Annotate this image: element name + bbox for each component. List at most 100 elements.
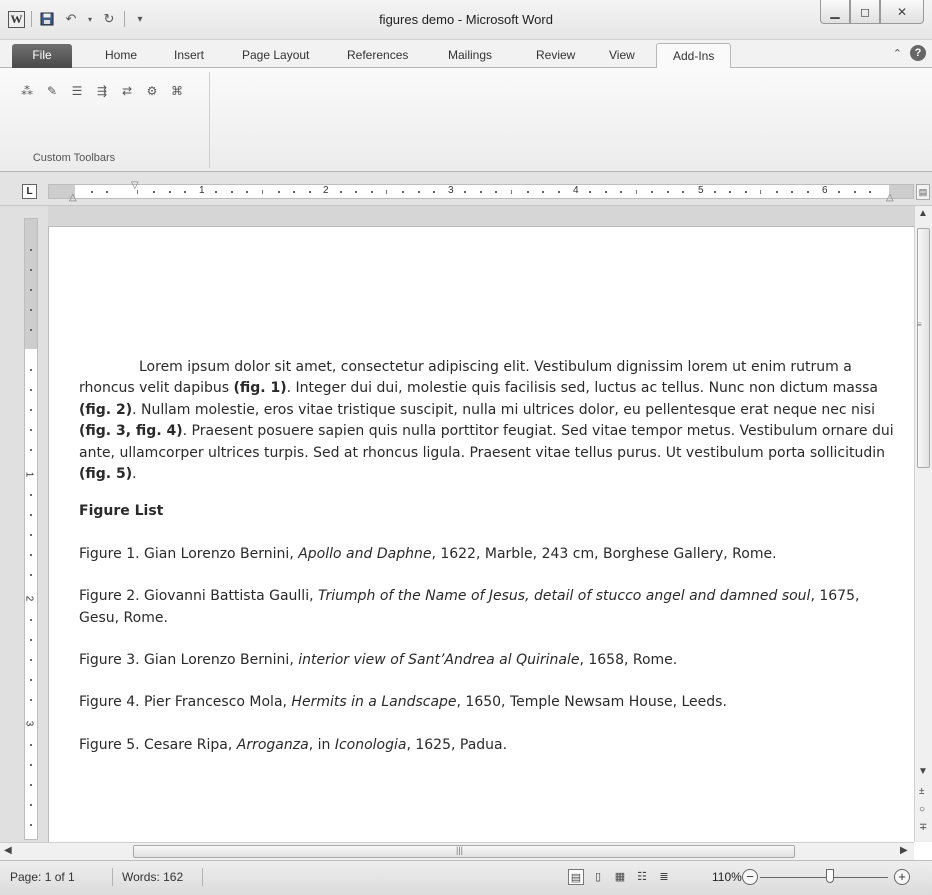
zoom-out-icon[interactable]: −: [742, 869, 758, 885]
next-page-icon[interactable]: ∓: [919, 822, 927, 833]
ruler-dot: [495, 191, 497, 193]
ruler-dot: [30, 699, 32, 701]
paragraph-text: . Praesent posuere sapien quis nulla por…: [79, 423, 894, 461]
ruler-dot: [527, 191, 529, 193]
tab-file[interactable]: File: [12, 44, 72, 68]
tool-2-icon[interactable]: ✎: [43, 82, 61, 100]
title-bar: W ↶ ▾ ↻ ▾ figures demo - Microsoft Word …: [0, 0, 932, 40]
ruler-dot: [30, 574, 32, 576]
previous-page-icon[interactable]: ±: [919, 786, 925, 797]
first-line-indent-marker[interactable]: ▽: [131, 180, 139, 191]
figure-reference: (fig. 1): [233, 380, 287, 397]
tab-review[interactable]: Review: [536, 48, 575, 62]
horizontal-ruler[interactable]: 1 2 3 4 5 6: [48, 184, 914, 199]
zoom-in-icon[interactable]: +: [894, 869, 910, 885]
figure-text: Figure 5. Cesare Ripa,: [79, 736, 237, 753]
tool-3-icon[interactable]: ☰: [68, 82, 86, 100]
vertical-scroll-thumb[interactable]: [917, 228, 930, 468]
zoom-slider-thumb[interactable]: [826, 869, 835, 883]
minimize-ribbon-icon[interactable]: ⌃: [893, 47, 902, 60]
tab-insert[interactable]: Insert: [174, 48, 204, 62]
ruler-dot: [30, 679, 32, 681]
scroll-up-icon[interactable]: ▲: [918, 208, 928, 219]
document-page[interactable]: Lorem ipsum dolor sit amet, consectetur …: [48, 226, 914, 842]
help-icon[interactable]: ?: [910, 45, 926, 61]
zoom-slider-track[interactable]: [760, 877, 888, 878]
document-body[interactable]: Lorem ipsum dolor sit amet, consectetur …: [79, 357, 897, 756]
minimize-button[interactable]: ▁: [820, 0, 850, 24]
maximize-button[interactable]: ◻: [850, 0, 880, 24]
tool-5-icon[interactable]: ⇄: [118, 82, 136, 100]
ruler-dot: [231, 191, 233, 193]
minimize-icon: ▁: [830, 4, 840, 19]
tool-6-icon[interactable]: ⚙: [143, 82, 161, 100]
tab-view[interactable]: View: [609, 48, 635, 62]
ruler-dot: [714, 191, 716, 193]
ruler-dot: [278, 191, 280, 193]
word-count[interactable]: Words: 162: [122, 870, 183, 884]
draft-icon[interactable]: ≣: [656, 869, 672, 885]
ruler-dot: [402, 191, 404, 193]
ruler-dot: [464, 191, 466, 193]
tab-references[interactable]: References: [347, 48, 408, 62]
tool-4-icon[interactable]: ⇶: [93, 82, 111, 100]
ruler-dot: [30, 744, 32, 746]
ruler-dot: [745, 191, 747, 193]
ruler-dot: [729, 191, 731, 193]
ruler-dot: [30, 249, 32, 251]
ruler-row: L 1 2 3 4 5 6 △ ▽ △ ▤: [0, 172, 932, 206]
tab-add-ins[interactable]: Add-Ins: [656, 43, 732, 69]
ruler-dot: [355, 191, 357, 193]
window-controls: ▁ ◻ ✕: [820, 0, 924, 24]
status-bar: Page: 1 of 1 Words: 162 ▤ ▯ ▦ ☷ ≣ 110% −…: [0, 860, 932, 895]
body-paragraph: Lorem ipsum dolor sit amet, consectetur …: [79, 357, 897, 485]
tab-mailings[interactable]: Mailings: [448, 48, 492, 62]
ruler-dot: [30, 494, 32, 496]
horizontal-scroll-thumb[interactable]: |||: [133, 845, 795, 858]
ruler-dot: [651, 191, 653, 193]
print-layout-icon[interactable]: ▤: [568, 869, 584, 885]
tool-1-icon[interactable]: ⁂: [18, 82, 36, 100]
web-layout-icon[interactable]: ▦: [612, 869, 628, 885]
close-button[interactable]: ✕: [880, 0, 924, 24]
paragraph-text: . Nullam molestie, eros vitae tristique …: [132, 401, 875, 418]
ruler-dot: [30, 289, 32, 291]
ruler-dot: [30, 449, 32, 451]
scroll-left-icon[interactable]: ◀: [4, 845, 12, 856]
ruler-dot: [30, 309, 32, 311]
window-title: figures demo - Microsoft Word: [379, 12, 553, 27]
select-browse-object-icon[interactable]: ○: [919, 804, 925, 815]
tool-7-icon[interactable]: ⌘: [168, 82, 186, 100]
page-count[interactable]: Page: 1 of 1: [10, 870, 75, 884]
ruler-number: 1: [24, 471, 35, 478]
right-indent-marker[interactable]: △: [886, 192, 894, 203]
ruler-dot: [91, 191, 93, 193]
horizontal-scrollbar[interactable]: ◀ ||| ▶: [0, 842, 914, 860]
scroll-right-icon[interactable]: ▶: [900, 845, 908, 856]
vertical-ruler[interactable]: 1 2 3: [24, 218, 38, 840]
scroll-down-icon[interactable]: ▼: [918, 766, 928, 777]
ruler-dot: [30, 534, 32, 536]
view-ruler-button[interactable]: ▤: [916, 184, 930, 200]
ruler-dot: [340, 191, 342, 193]
full-screen-reading-icon[interactable]: ▯: [590, 869, 606, 885]
view-buttons: ▤ ▯ ▦ ☷ ≣: [568, 869, 672, 885]
figure-reference: (fig. 5): [79, 466, 133, 483]
ruler-dot: [184, 191, 186, 193]
left-indent-marker[interactable]: △: [69, 192, 77, 203]
zoom-level[interactable]: 110%: [712, 870, 742, 884]
ruler-tick: [262, 190, 263, 194]
figure-reference: (fig. 3, fig. 4): [79, 423, 183, 440]
figure-list-heading: Figure List: [79, 503, 164, 520]
ruler-number: 2: [24, 595, 35, 602]
outline-icon[interactable]: ☷: [634, 869, 650, 885]
tab-page-layout[interactable]: Page Layout: [242, 48, 309, 62]
vertical-scrollbar[interactable]: ▲ ≡ ▼ ± ○ ∓: [914, 206, 932, 842]
maximize-icon: ◻: [860, 4, 870, 19]
ruler-dot: [682, 191, 684, 193]
ruler-dot: [854, 191, 856, 193]
tab-home[interactable]: Home: [105, 48, 137, 62]
figure-item: Figure 3. Gian Lorenzo Bernini, interior…: [79, 650, 897, 671]
tab-selector[interactable]: L: [22, 184, 37, 199]
status-separator: [112, 868, 113, 886]
